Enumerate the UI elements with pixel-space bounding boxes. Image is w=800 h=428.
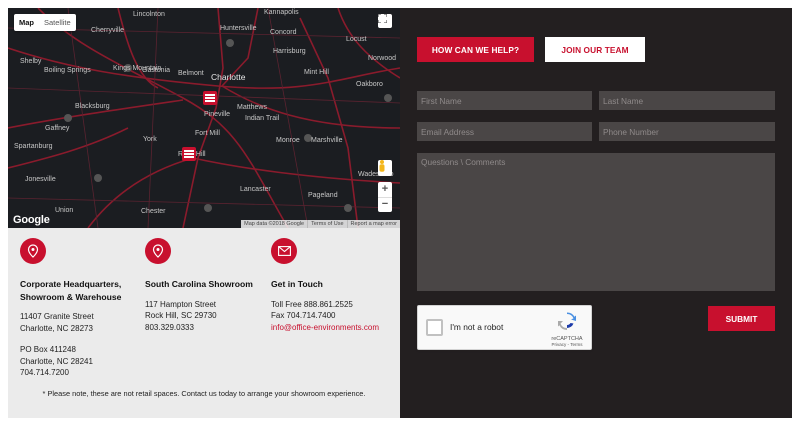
- map-place-label: Kannapolis: [264, 9, 299, 16]
- map-place-label: Chester: [141, 208, 166, 215]
- fax-number: Fax 704.714.7400: [271, 311, 336, 320]
- pegman-icon: [379, 160, 385, 172]
- map-place-label: Spartanburg: [14, 143, 53, 150]
- map-place-label: Norwood: [368, 55, 396, 62]
- map-place-label: Lincolnton: [133, 11, 165, 18]
- map-place-label: Mint Hill: [304, 69, 329, 76]
- contact-title-line: Showroom & Warehouse: [20, 291, 122, 302]
- map-tab-satellite[interactable]: Satellite: [39, 14, 76, 31]
- submit-button[interactable]: SUBMIT: [708, 306, 775, 331]
- map-place-label: Locust: [346, 36, 367, 43]
- map-place-label: Union: [55, 207, 73, 214]
- report-map-error-link[interactable]: Report a map error: [346, 220, 400, 228]
- map-place-label: Shelby: [20, 58, 42, 65]
- map-place-label: Fort Mill: [195, 130, 220, 137]
- recaptcha-icon: [558, 312, 576, 330]
- showroom-marker-charlotte[interactable]: [203, 91, 217, 105]
- contact-title-line: Corporate Headquarters,: [20, 279, 122, 289]
- first-name-field[interactable]: [417, 91, 592, 110]
- zoom-control: + −: [378, 182, 392, 212]
- map-type-control: Map Satellite: [14, 14, 76, 31]
- terms-of-use-link[interactable]: Terms of Use: [307, 220, 346, 228]
- map-data-credit: Map data ©2018 Google: [244, 221, 305, 227]
- phone-number: 803.329.0333: [145, 322, 194, 332]
- recaptcha-widget: I'm not a robot reCAPTCHA Privacy - Term…: [417, 305, 592, 350]
- contact-column-get-in-touch: Get in Touch Toll Free 888.861.2525 Fax …: [271, 238, 397, 333]
- showroom-marker-rock-hill[interactable]: [182, 147, 196, 161]
- map-place-label: Indian Trail: [245, 115, 280, 122]
- contact-title: South Carolina Showroom: [145, 279, 253, 289]
- street-view-button[interactable]: [378, 160, 392, 176]
- google-logo: Google: [13, 214, 50, 226]
- fullscreen-icon: [378, 14, 387, 23]
- toll-free-number: Toll Free 888.861.2525: [271, 299, 353, 309]
- map-place-label: Boiling Springs: [44, 67, 91, 74]
- map[interactable]: Lincolnton Huntersville Kannapolis Conco…: [8, 8, 400, 228]
- last-name-field[interactable]: [599, 91, 775, 110]
- phone-number: 704.714.7200: [20, 368, 69, 377]
- showroom-note: * Please note, these are not retail spac…: [42, 389, 366, 398]
- map-place-label: Charlotte: [211, 72, 246, 82]
- recaptcha-logo: reCAPTCHA Privacy - Terms: [551, 312, 583, 347]
- map-place-label: Monroe: [276, 137, 300, 144]
- zoom-out-button[interactable]: −: [378, 198, 392, 213]
- map-place-label: Huntersville: [220, 25, 257, 32]
- address-line: Rock Hill, SC 29730: [145, 311, 217, 320]
- po-box-line: PO Box 411248: [20, 345, 76, 354]
- recaptcha-checkbox[interactable]: [426, 319, 443, 336]
- address-line: 117 Hampton Street: [145, 299, 217, 309]
- map-place-label: Jonesville: [25, 176, 56, 183]
- map-roads: Lincolnton Huntersville Kannapolis Conco…: [8, 8, 400, 228]
- map-place-label: Gastonia: [142, 67, 170, 74]
- map-place-label: Concord: [270, 29, 297, 36]
- map-place-label: Pineville: [204, 111, 230, 118]
- location-pin-icon: [20, 238, 46, 264]
- contact-column-sc-showroom: South Carolina Showroom 117 Hampton Stre…: [145, 238, 271, 333]
- location-pin-icon: [145, 238, 171, 264]
- map-place-label: Blacksburg: [75, 103, 110, 110]
- contact-section: Lincolnton Huntersville Kannapolis Conco…: [8, 8, 792, 418]
- recaptcha-label: I'm not a robot: [450, 322, 504, 332]
- recaptcha-terms-link[interactable]: Privacy - Terms: [551, 342, 583, 347]
- email-link[interactable]: info@office-environments.com: [271, 322, 397, 334]
- map-place-label: Belmont: [178, 70, 204, 77]
- map-place-label: Matthews: [237, 104, 267, 111]
- map-place-label: Oakboro: [356, 81, 383, 88]
- address-line: 11407 Granite Street: [20, 312, 94, 321]
- map-place-label: Marshville: [311, 137, 343, 144]
- map-place-label: Cherryville: [91, 27, 124, 34]
- phone-field[interactable]: [599, 122, 775, 141]
- po-box-line: Charlotte, NC 28241: [20, 356, 93, 366]
- map-place-label: Pageland: [308, 192, 338, 199]
- map-place-label: Harrisburg: [273, 48, 306, 55]
- address-line: Charlotte, NC 28273: [20, 323, 93, 333]
- contact-details: Corporate Headquarters, Showroom & Wareh…: [8, 228, 400, 418]
- contact-column-headquarters: Corporate Headquarters, Showroom & Wareh…: [20, 238, 146, 379]
- map-place-label: York: [143, 136, 157, 143]
- envelope-icon: [271, 238, 297, 264]
- contact-title: Get in Touch: [271, 279, 323, 289]
- how-can-we-help-button[interactable]: HOW CAN WE HELP?: [417, 37, 534, 62]
- map-place-label: Lancaster: [240, 186, 271, 193]
- map-attribution: Map data ©2018 Google Terms of Use Repor…: [241, 220, 400, 228]
- contact-form-panel: HOW CAN WE HELP? JOIN OUR TEAM I'm not a…: [400, 8, 792, 418]
- contact-title: Corporate Headquarters, Showroom & Wareh…: [20, 278, 146, 303]
- email-field[interactable]: [417, 122, 592, 141]
- map-tab-map[interactable]: Map: [14, 14, 39, 31]
- map-place-label: Gaffney: [45, 125, 70, 132]
- join-our-team-button[interactable]: JOIN OUR TEAM: [545, 37, 645, 62]
- zoom-in-button[interactable]: +: [378, 182, 392, 197]
- comments-field[interactable]: [417, 153, 775, 291]
- fullscreen-button[interactable]: [378, 14, 392, 28]
